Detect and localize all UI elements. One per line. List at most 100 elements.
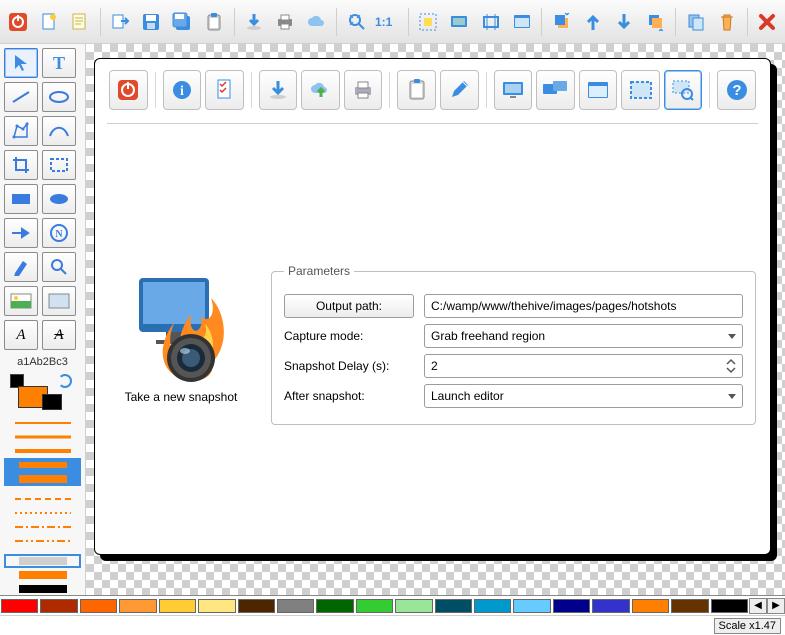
save-all-button[interactable] — [169, 8, 196, 36]
ellipse-tool[interactable] — [42, 82, 76, 112]
print-button[interactable] — [272, 8, 299, 36]
text-tool[interactable]: T — [42, 48, 76, 78]
number-tag-tool[interactable]: N — [42, 218, 76, 248]
dialog-toolbar: i ? — [107, 67, 758, 113]
send-back-button[interactable] — [642, 8, 669, 36]
dlg-help-button[interactable]: ? — [717, 70, 756, 110]
dlg-freehand-button[interactable] — [664, 70, 703, 110]
output-path-button[interactable]: Output path: — [284, 294, 414, 318]
palette-swatch[interactable] — [119, 599, 156, 613]
highlight-tool[interactable] — [4, 252, 38, 282]
palette-swatch[interactable] — [316, 599, 353, 613]
power-button[interactable] — [4, 8, 31, 36]
dash-style-1[interactable] — [4, 492, 81, 506]
palette-swatch[interactable] — [553, 599, 590, 613]
palette-swatch[interactable] — [711, 599, 748, 613]
fill-style-1[interactable] — [4, 554, 81, 568]
ellipse-fill-tool[interactable] — [42, 184, 76, 214]
palette-swatch[interactable] — [159, 599, 196, 613]
zoom-fit-button[interactable] — [343, 8, 370, 36]
palette-swatch[interactable] — [198, 599, 235, 613]
dash-style-3[interactable] — [4, 520, 81, 534]
line-style-4[interactable] — [4, 458, 81, 472]
dlg-region-button[interactable] — [621, 70, 660, 110]
dlg-power-button[interactable] — [109, 70, 148, 110]
palette-swatch[interactable] — [592, 599, 629, 613]
move-down-button[interactable] — [611, 8, 638, 36]
dlg-settings-button[interactable] — [205, 70, 244, 110]
trash-button[interactable] — [713, 8, 740, 36]
parameters-legend: Parameters — [284, 264, 354, 278]
clipboard-button[interactable] — [200, 8, 227, 36]
fullscreen-capture-button[interactable] — [446, 8, 473, 36]
crop-button[interactable] — [477, 8, 504, 36]
font-italic-tool[interactable]: A — [4, 320, 38, 350]
dlg-print-button[interactable] — [344, 70, 383, 110]
palette-swatch[interactable] — [40, 599, 77, 613]
dash-style-4[interactable] — [4, 534, 81, 548]
line-style-2[interactable] — [4, 430, 81, 444]
rect-fill-tool[interactable] — [4, 184, 38, 214]
palette-swatch[interactable] — [395, 599, 432, 613]
close-button[interactable] — [754, 8, 781, 36]
fill-style-2[interactable] — [4, 568, 81, 582]
dlg-info-button[interactable]: i — [163, 70, 202, 110]
magnify-tool[interactable] — [42, 252, 76, 282]
dlg-window-button[interactable] — [579, 70, 618, 110]
download-button[interactable] — [240, 8, 267, 36]
region-tool[interactable] — [42, 150, 76, 180]
export-button[interactable] — [107, 8, 134, 36]
select-tool[interactable] — [4, 48, 38, 78]
line-style-5[interactable] — [4, 472, 81, 486]
dlg-upload-button[interactable] — [301, 70, 340, 110]
dlg-edit-button[interactable] — [440, 70, 479, 110]
palette-swatch[interactable] — [1, 599, 38, 613]
dlg-download-button[interactable] — [259, 70, 298, 110]
fill-style-3[interactable] — [4, 582, 81, 596]
palette-prev-button[interactable]: ◀ — [749, 598, 767, 614]
line-tool[interactable] — [4, 82, 38, 112]
region-capture-button[interactable] — [415, 8, 442, 36]
arrow-tool[interactable] — [4, 218, 38, 248]
capture-mode-select[interactable]: Grab freehand region — [424, 324, 743, 348]
swap-colors-icon[interactable] — [58, 374, 72, 388]
palette-swatch[interactable] — [80, 599, 117, 613]
new-doc-button[interactable] — [35, 8, 62, 36]
dlg-multiscreen-button[interactable] — [536, 70, 575, 110]
palette-next-button[interactable]: ▶ — [767, 598, 785, 614]
blur-tool[interactable] — [42, 286, 76, 316]
line-style-3[interactable] — [4, 444, 81, 458]
move-up-button[interactable] — [580, 8, 607, 36]
line-style-1[interactable] — [4, 416, 81, 430]
palette-swatch[interactable] — [474, 599, 511, 613]
palette-swatch[interactable] — [435, 599, 472, 613]
palette-swatch[interactable] — [277, 599, 314, 613]
delay-spinbox[interactable]: 2 — [424, 354, 743, 378]
zoom-1to1-button[interactable]: 1:1 — [374, 8, 401, 36]
palette-swatch[interactable] — [238, 599, 275, 613]
main-toolbar: 1:1 — [0, 0, 785, 44]
window-capture-button[interactable] — [508, 8, 535, 36]
cloud-button[interactable] — [303, 8, 330, 36]
image-tool[interactable] — [4, 286, 38, 316]
curve-tool[interactable] — [42, 116, 76, 146]
dlg-clipboard-button[interactable] — [397, 70, 436, 110]
scale-indicator[interactable]: Scale x1.47 — [714, 618, 781, 634]
save-button[interactable] — [138, 8, 165, 36]
duplicate-button[interactable] — [682, 8, 709, 36]
palette-swatch[interactable] — [356, 599, 393, 613]
dlg-screen-button[interactable] — [494, 70, 533, 110]
bring-front-button[interactable] — [548, 8, 575, 36]
snapshot-preview: Take a new snapshot — [107, 264, 255, 425]
palette-swatch[interactable] — [671, 599, 708, 613]
bg-color-swatch[interactable] — [42, 394, 62, 410]
palette-swatch[interactable] — [632, 599, 669, 613]
crop-tool[interactable] — [4, 150, 38, 180]
polygon-tool[interactable] — [4, 116, 38, 146]
dash-style-2[interactable] — [4, 506, 81, 520]
output-path-field[interactable]: C:/wamp/www/thehive/images/pages/hotshot… — [424, 294, 743, 318]
palette-swatch[interactable] — [513, 599, 550, 613]
font-style-tool[interactable]: A — [42, 320, 76, 350]
new-note-button[interactable] — [66, 8, 93, 36]
after-snapshot-select[interactable]: Launch editor — [424, 384, 743, 408]
